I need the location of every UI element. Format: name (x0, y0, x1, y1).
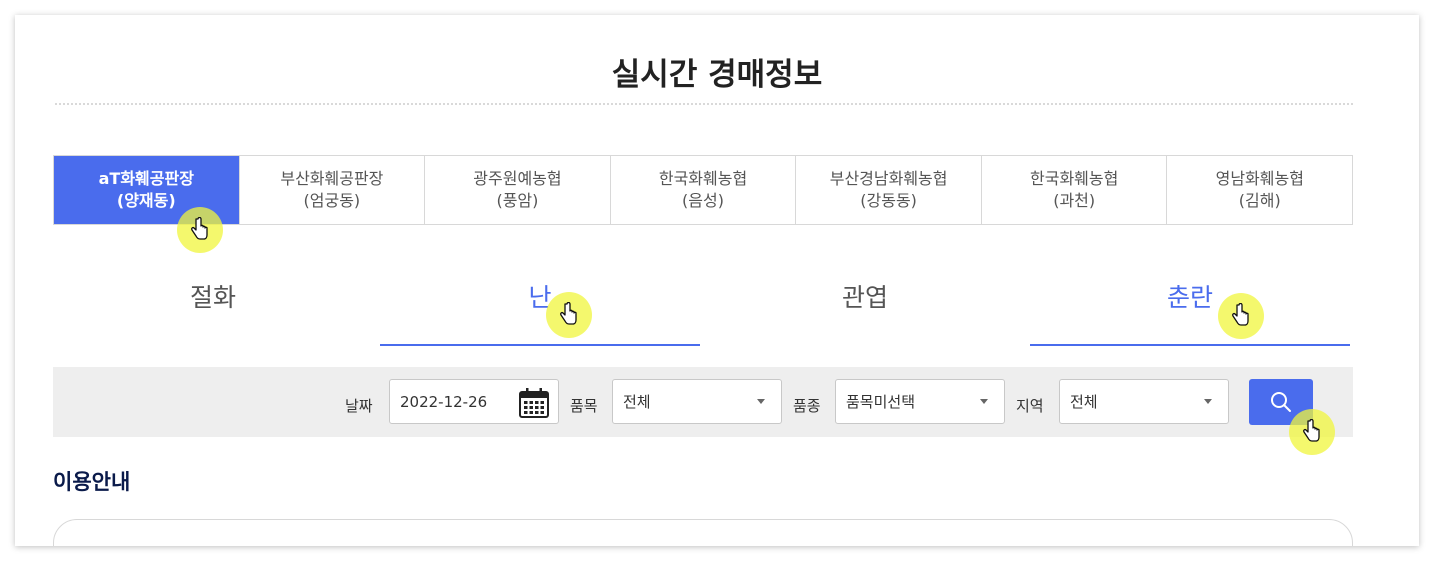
market-tab-name: aT화훼공판장 (98, 169, 194, 188)
category-tab-orchid[interactable]: 난 (380, 270, 700, 346)
category-tab-cut-flower[interactable]: 절화 (53, 270, 373, 346)
hand-pointer-icon (1303, 419, 1320, 442)
market-tab-pungam[interactable]: 광주원예농협 (풍암) (425, 156, 611, 224)
market-tab-gangdong[interactable]: 부산경남화훼농협 (강동동) (796, 156, 982, 224)
market-tab-name: 한국화훼농협 (658, 169, 748, 188)
pointer-highlight (177, 207, 223, 253)
market-tab-location: (양재동) (116, 191, 176, 210)
item-label: 품목 (570, 397, 598, 415)
market-tab-name: 부산경남화훼농협 (829, 169, 948, 188)
search-icon (1271, 392, 1291, 412)
market-tab-location: (과천) (1053, 191, 1096, 210)
page-title: 실시간 경매정보 (611, 57, 823, 93)
search-bar: 날짜 2022-12-26 품목 전체 품종 품목미선택 지역 전체 (53, 367, 1353, 437)
calendar-icon[interactable] (518, 387, 550, 419)
pointer-highlight (1289, 409, 1335, 455)
market-tab-location: (풍암) (496, 191, 539, 210)
variety-select-value: 품목미선택 (846, 393, 916, 411)
market-tab-name: 광주원예농협 (473, 169, 562, 188)
market-tab-gwacheon[interactable]: 한국화훼농협 (과천) (982, 156, 1168, 224)
pointer-highlight (546, 292, 592, 338)
market-tab-eumseong[interactable]: 한국화훼농협 (음성) (611, 156, 797, 224)
chevron-down-icon (1204, 399, 1212, 404)
region-label: 지역 (1016, 397, 1044, 415)
auction-card: 실시간 경매정보 aT화훼공판장 (양재동) 부산화훼공판장 (엄궁동) 광주원… (15, 15, 1419, 546)
pointer-highlight (1218, 293, 1264, 339)
date-value: 2022-12-26 (400, 392, 488, 411)
market-tab-location: (강동동) (860, 191, 917, 210)
market-tab-location: (엄궁동) (303, 191, 361, 210)
variety-label: 품종 (793, 397, 821, 415)
chevron-down-icon (757, 399, 765, 404)
region-select[interactable]: 전체 (1059, 379, 1229, 424)
date-input[interactable]: 2022-12-26 (389, 379, 559, 424)
market-tab-gimhae[interactable]: 영남화훼농협 (김해) (1167, 156, 1352, 224)
chevron-down-icon (980, 399, 988, 404)
date-label: 날짜 (345, 397, 373, 415)
usage-guide-title: 이용안내 (53, 470, 131, 494)
market-tab-eomgung[interactable]: 부산화훼공판장 (엄궁동) (240, 156, 426, 224)
variety-select[interactable]: 품목미선택 (835, 379, 1005, 424)
market-tab-name: 한국화훼농협 (1030, 169, 1119, 188)
hand-pointer-icon (191, 217, 208, 240)
market-tab-location: (음성) (682, 191, 724, 210)
usage-guide-panel (53, 519, 1353, 546)
category-tabs: 절화 난 관엽 춘란 (53, 270, 1353, 346)
item-select[interactable]: 전체 (612, 379, 782, 424)
hand-pointer-icon (1232, 303, 1249, 326)
title-divider (55, 103, 1353, 105)
item-select-value: 전체 (623, 393, 651, 411)
market-tab-name: 부산화훼공판장 (280, 169, 384, 188)
market-tabs: aT화훼공판장 (양재동) 부산화훼공판장 (엄궁동) 광주원예농협 (풍암) … (53, 155, 1353, 225)
market-tab-location: (김해) (1238, 191, 1281, 210)
category-tab-spring-orchid[interactable]: 춘란 (1030, 270, 1350, 346)
hand-pointer-icon (560, 302, 577, 325)
region-select-value: 전체 (1070, 393, 1098, 411)
market-tab-name: 영남화훼농협 (1215, 169, 1304, 188)
category-tab-foliage[interactable]: 관엽 (705, 270, 1025, 346)
